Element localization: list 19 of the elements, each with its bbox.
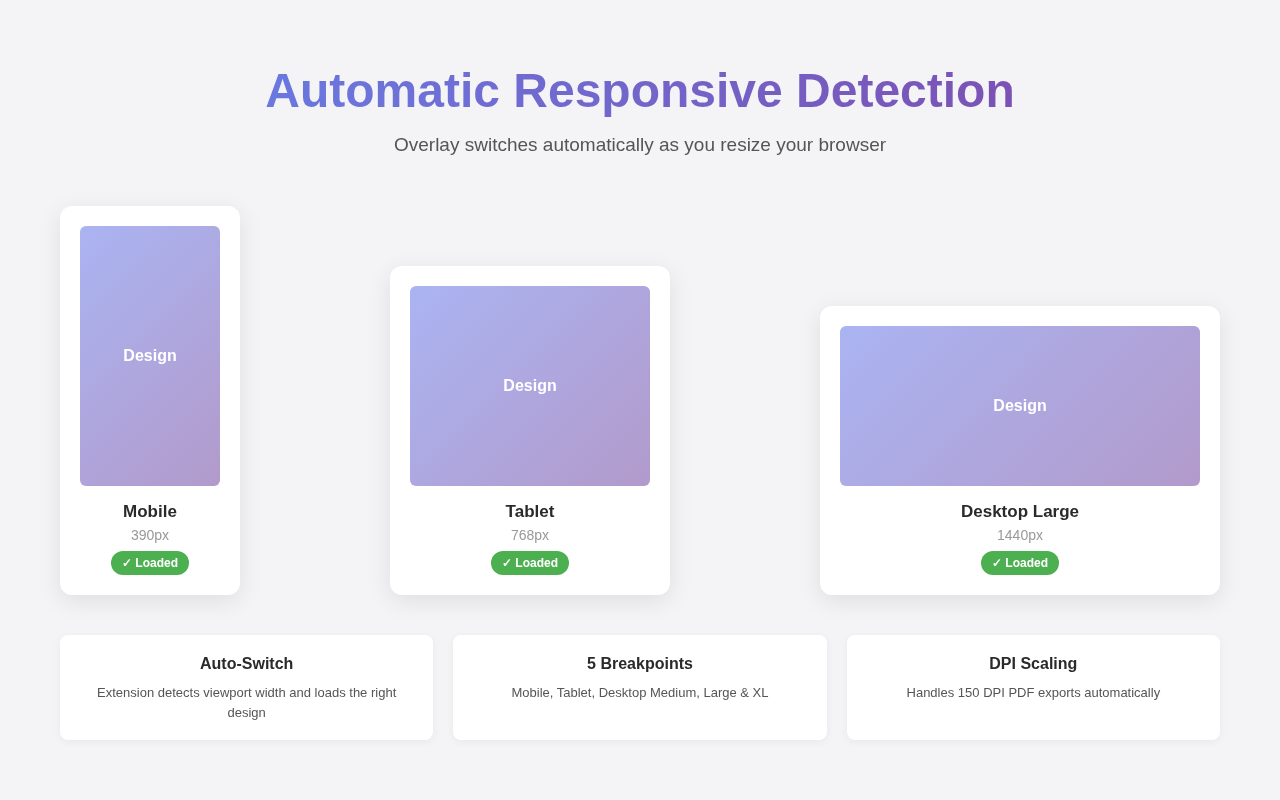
design-preview: Design: [840, 326, 1200, 486]
feature-text: Mobile, Tablet, Desktop Medium, Large & XL: [511, 684, 769, 702]
device-width: 390px: [130, 527, 170, 543]
design-preview: Design: [410, 286, 650, 486]
feature-title: Auto-Switch: [200, 655, 294, 673]
feature-title: 5 Breakpoints: [587, 655, 693, 673]
device-name: Tablet: [505, 502, 555, 522]
status-badge: ✓ Loaded: [111, 551, 189, 575]
feature-text: Handles 150 DPI PDF exports automatically: [906, 684, 1161, 702]
feature-text: Extension detects viewport width and loads the right design: [96, 684, 398, 722]
status-badge: ✓ Loaded: [981, 551, 1059, 575]
device-name: Desktop Large: [960, 502, 1080, 522]
status-badge: ✓ Loaded: [491, 551, 569, 575]
device-width: 1440px: [997, 527, 1043, 543]
device-width: 768px: [510, 527, 550, 543]
feature-title: DPI Scaling: [989, 655, 1078, 673]
device-name: Mobile: [123, 502, 177, 522]
page-subtitle: Overlay switches automatically as you resize your browser: [393, 134, 887, 156]
design-preview: Design: [80, 226, 220, 486]
